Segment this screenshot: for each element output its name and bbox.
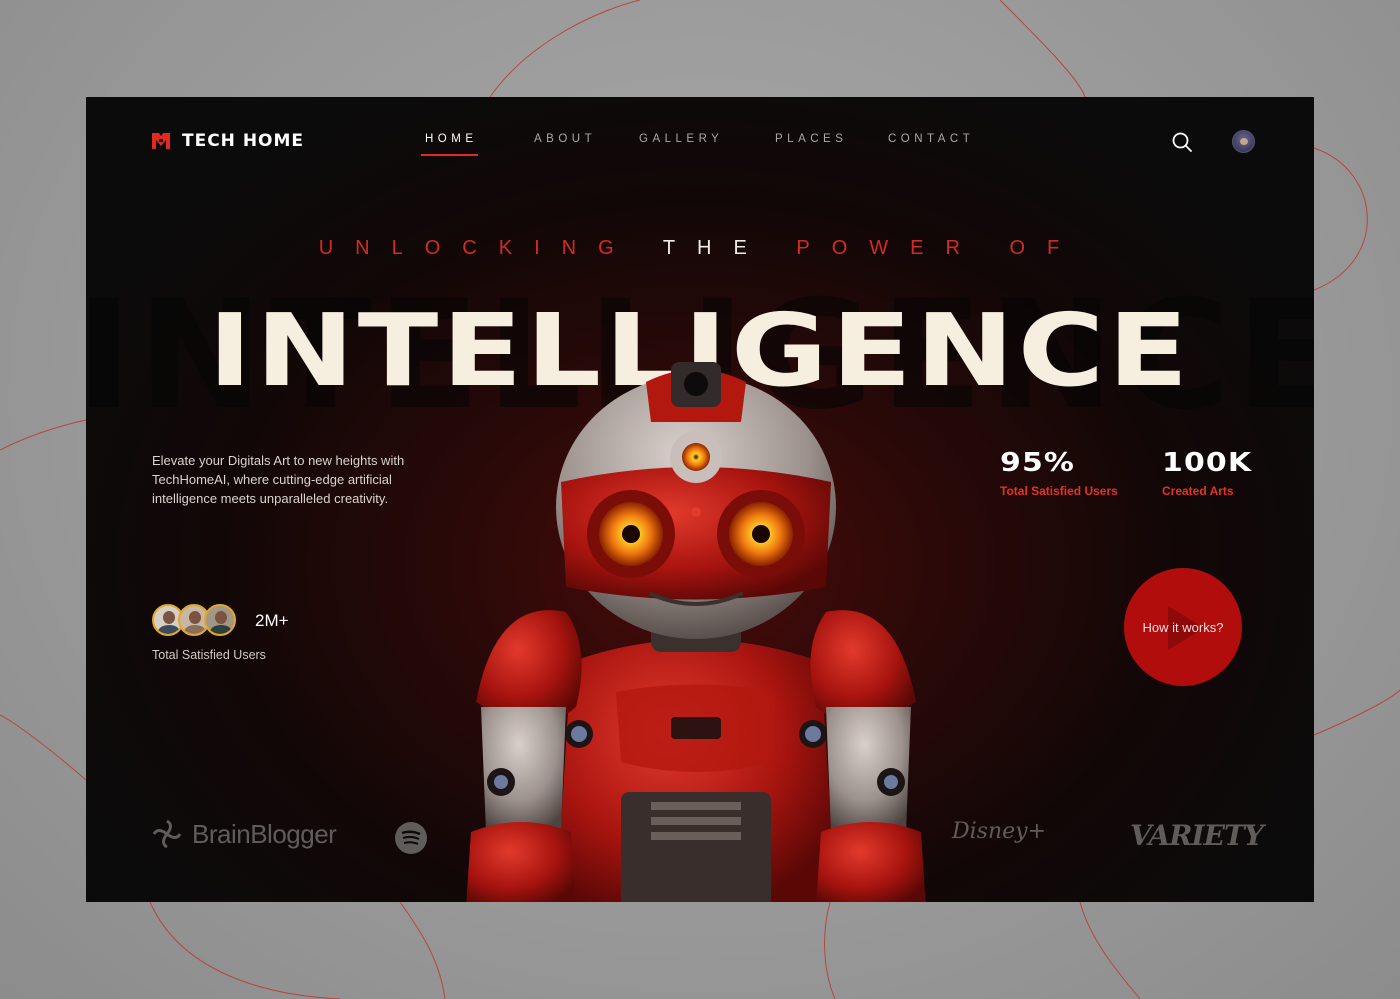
stat-label: Total Satisfied Users bbox=[1000, 484, 1118, 498]
eyebrow-part-3: POWER OF bbox=[796, 237, 1082, 259]
users-label: Total Satisfied Users bbox=[152, 648, 266, 662]
hero-eyebrow: UNLOCKING THE POWER OF bbox=[86, 237, 1314, 260]
partner-name: BrainBlogger bbox=[192, 818, 337, 849]
stat-value: 100K bbox=[1162, 448, 1253, 478]
user-avatars bbox=[152, 604, 236, 636]
stat-value: 95% bbox=[1000, 448, 1076, 478]
spotify-icon bbox=[395, 822, 427, 854]
partner-spotify bbox=[394, 821, 428, 855]
robot-illustration bbox=[466, 362, 926, 902]
nav-home[interactable]: HOME bbox=[425, 133, 478, 145]
brand-logo[interactable]: TECH HOME bbox=[150, 130, 304, 152]
partner-variety: VARIETY bbox=[1130, 819, 1264, 852]
nav-gallery[interactable]: GALLERY bbox=[639, 133, 723, 145]
top-navbar: TECH HOME HOME ABOUT GALLERY PLACES CONT… bbox=[86, 97, 1314, 187]
stat-created-arts: 100K Created Arts bbox=[1162, 448, 1251, 498]
user-avatar[interactable] bbox=[1232, 130, 1255, 153]
brand-name: TECH HOME bbox=[182, 131, 305, 151]
search-icon[interactable] bbox=[1171, 131, 1193, 153]
logo-icon bbox=[152, 133, 170, 149]
users-count: 2M+ bbox=[255, 611, 289, 630]
hero-description: Elevate your Digitals Art to new heights… bbox=[152, 453, 405, 506]
eyebrow-part-1: UNLOCKING bbox=[318, 237, 636, 259]
partner-brainblogger: BrainBlogger bbox=[150, 817, 337, 851]
nav-places[interactable]: PLACES bbox=[775, 133, 847, 145]
landing-page: TECH HOME HOME ABOUT GALLERY PLACES CONT… bbox=[86, 97, 1314, 902]
partner-disney: Disney+ bbox=[952, 819, 1047, 844]
brainblogger-icon bbox=[152, 819, 182, 849]
how-it-works-label: How it works? bbox=[1142, 619, 1224, 635]
user-avatar-3 bbox=[204, 604, 236, 636]
nav-about[interactable]: ABOUT bbox=[534, 133, 596, 145]
stat-label: Created Arts bbox=[1162, 484, 1234, 498]
how-it-works-button[interactable]: How it works? bbox=[1124, 568, 1242, 686]
stat-satisfied: 95% Total Satisfied Users bbox=[1000, 448, 1118, 498]
eyebrow-part-2: THE bbox=[662, 237, 769, 259]
nav-active-indicator bbox=[421, 154, 478, 156]
nav-contact[interactable]: CONTACT bbox=[888, 133, 974, 145]
